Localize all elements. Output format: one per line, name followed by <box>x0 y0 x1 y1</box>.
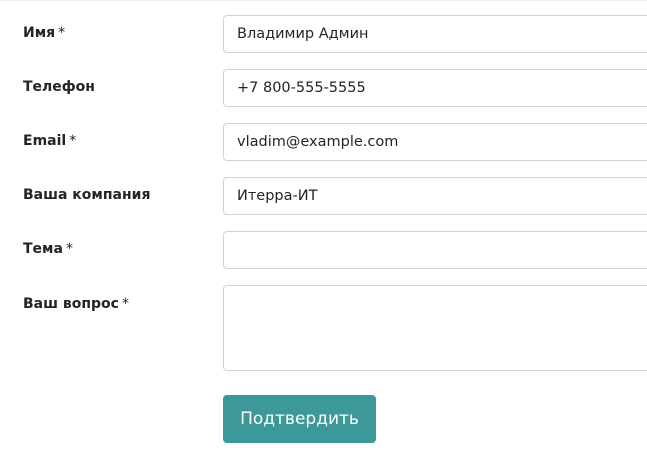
email-required-mark: * <box>69 133 77 149</box>
question-label: Ваш вопрос * <box>23 296 129 312</box>
email-label: Email * <box>23 133 76 149</box>
subject-input[interactable] <box>223 231 647 269</box>
company-input[interactable] <box>223 177 647 215</box>
email-label-text: Email <box>23 133 67 149</box>
question-textarea[interactable] <box>223 285 647 371</box>
submit-button[interactable]: Подтвердить <box>223 395 376 443</box>
subject-label-text: Тема <box>23 241 63 257</box>
name-label: Имя * <box>23 25 65 41</box>
contact-form-page: Имя* Телефон Email* Ваша компания Тема* … <box>0 0 647 459</box>
question-label-text: Ваш вопрос <box>23 296 119 312</box>
phone-input[interactable] <box>223 69 647 107</box>
phone-label: Телефон <box>23 79 95 95</box>
subject-required-mark: * <box>65 241 73 257</box>
company-label: Ваша компания <box>23 187 150 203</box>
phone-label-text: Телефон <box>23 79 95 95</box>
email-input[interactable] <box>223 123 647 161</box>
subject-label: Тема * <box>23 241 73 257</box>
company-label-text: Ваша компания <box>23 187 151 203</box>
name-label-text: Имя <box>23 25 56 41</box>
name-input[interactable] <box>223 15 647 53</box>
name-required-mark: * <box>58 25 66 41</box>
question-required-mark: * <box>121 296 129 312</box>
